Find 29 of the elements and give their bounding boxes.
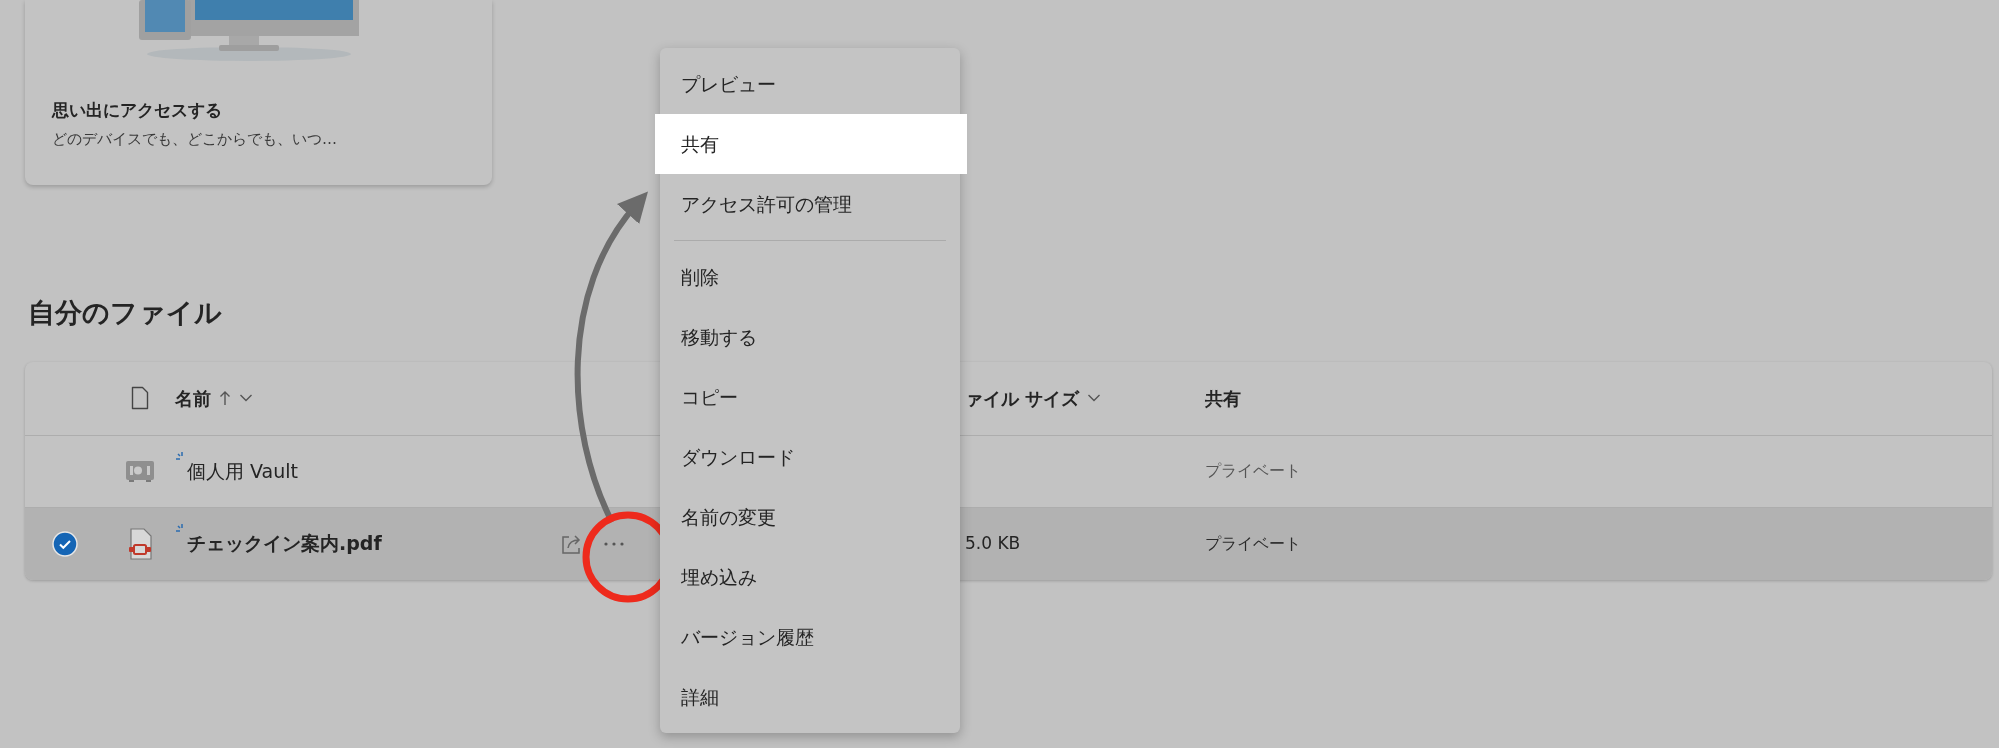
sort-up-icon — [219, 390, 231, 406]
sharing-status: プライベート — [1205, 460, 1301, 482]
more-icon — [604, 541, 624, 546]
checkmark-icon[interactable] — [52, 530, 78, 557]
menu-item[interactable]: 詳細 — [660, 667, 960, 727]
menu-item[interactable]: 削除 — [660, 247, 960, 307]
chevron-down-icon — [1087, 393, 1102, 403]
menu-item[interactable]: 名前の変更 — [660, 487, 960, 547]
safe-icon — [125, 459, 155, 483]
file-type-icon — [131, 386, 149, 410]
menu-item[interactable]: 共有 — [655, 114, 967, 174]
section-heading: 自分のファイル — [28, 296, 223, 330]
menu-item[interactable]: ダウンロード — [660, 427, 960, 487]
menu-item[interactable]: 埋め込み — [660, 547, 960, 607]
menu-item[interactable]: バージョン履歴 — [660, 607, 960, 667]
menu-item[interactable]: アクセス許可の管理 — [660, 174, 960, 234]
size-column-header[interactable]: ァイル サイズ — [965, 384, 1205, 412]
file-name[interactable]: チェックイン案内.pdf — [187, 529, 382, 558]
sharing-column-header: 共有 — [1205, 386, 1241, 411]
chevron-down-icon — [239, 393, 253, 403]
feature-card[interactable]: 思い出にアクセスする どのデバイスでも、どこからでも、いつ… — [25, 0, 492, 185]
menu-item[interactable]: コピー — [660, 367, 960, 427]
file-name[interactable]: 個人用 Vault — [187, 456, 298, 486]
card-title: 思い出にアクセスする — [52, 99, 222, 122]
menu-item[interactable]: プレビュー — [660, 54, 960, 114]
sharing-status: プライベート — [1205, 532, 1301, 555]
card-description: どのデバイスでも、どこからでも、いつ… — [52, 128, 337, 150]
file-size: 5.0 KB — [965, 531, 1022, 555]
menu-item[interactable]: 移動する — [660, 307, 960, 367]
